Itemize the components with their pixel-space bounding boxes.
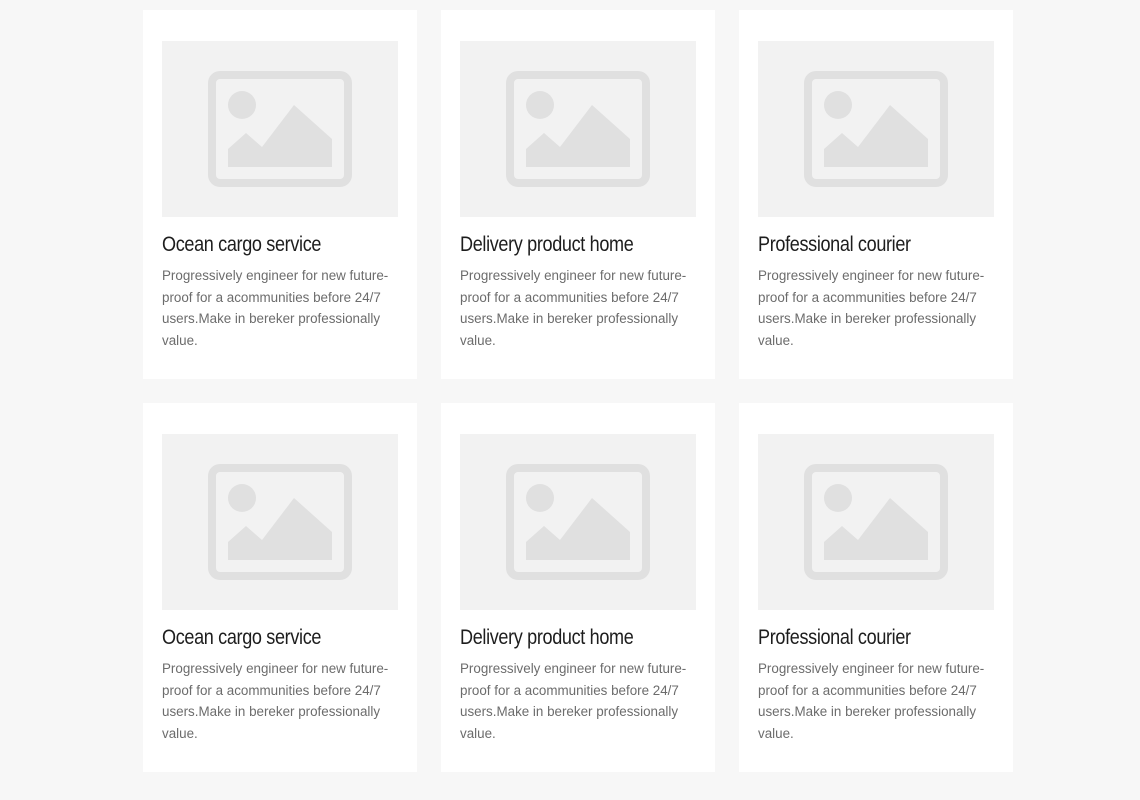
service-description: Progressively engineer for new future-pr… xyxy=(460,268,687,348)
service-description: Progressively engineer for new future-pr… xyxy=(758,268,985,348)
image-placeholder-icon xyxy=(208,464,352,580)
image-placeholder-icon xyxy=(208,71,352,187)
service-card[interactable]: Delivery product home Progressively engi… xyxy=(441,10,715,379)
image-placeholder-icon xyxy=(804,464,948,580)
image-placeholder-icon xyxy=(506,71,650,187)
service-image xyxy=(758,41,994,217)
service-card[interactable]: Professional courier Progressively engin… xyxy=(739,10,1013,379)
service-title[interactable]: Professional courier xyxy=(758,232,961,258)
service-card[interactable]: Delivery product home Progressively engi… xyxy=(441,403,715,772)
service-title[interactable]: Ocean cargo service xyxy=(162,232,365,258)
service-image xyxy=(460,434,696,610)
image-placeholder-icon xyxy=(506,464,650,580)
service-title[interactable]: Professional courier xyxy=(758,625,961,651)
service-card[interactable]: Professional courier Progressively engin… xyxy=(739,403,1013,772)
service-title[interactable]: Delivery product home xyxy=(460,625,663,651)
service-title[interactable]: Delivery product home xyxy=(460,232,663,258)
service-card[interactable]: Ocean cargo service Progressively engine… xyxy=(143,403,417,772)
image-placeholder-icon xyxy=(804,71,948,187)
service-card[interactable]: Ocean cargo service Progressively engine… xyxy=(143,10,417,379)
service-description: Progressively engineer for new future-pr… xyxy=(162,661,389,741)
service-description: Progressively engineer for new future-pr… xyxy=(758,661,985,741)
service-description: Progressively engineer for new future-pr… xyxy=(162,268,389,348)
service-image xyxy=(162,41,398,217)
service-image xyxy=(758,434,994,610)
service-image xyxy=(460,41,696,217)
service-title[interactable]: Ocean cargo service xyxy=(162,625,365,651)
service-image xyxy=(162,434,398,610)
service-description: Progressively engineer for new future-pr… xyxy=(460,661,687,741)
